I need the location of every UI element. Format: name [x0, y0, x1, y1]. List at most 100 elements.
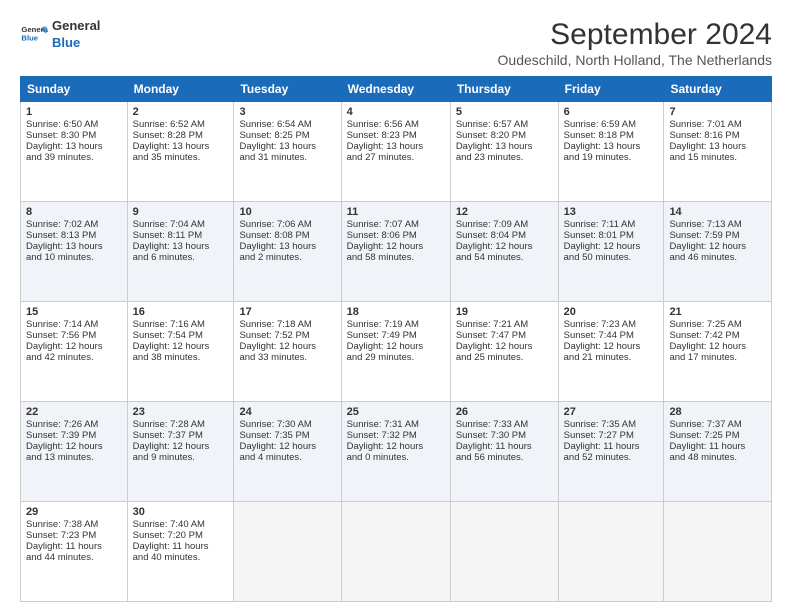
day-number: 3: [239, 106, 335, 118]
sunset-line: Sunset: 7:47 PM: [456, 330, 526, 341]
sunset-line: Sunset: 7:54 PM: [133, 330, 203, 341]
sunrise-line: Sunrise: 7:35 AM: [564, 419, 636, 430]
daylight-line1: Daylight: 11 hours: [456, 441, 532, 452]
daylight-line1: Daylight: 12 hours: [347, 241, 424, 252]
daylight-line2: and 44 minutes.: [26, 552, 94, 563]
calendar-cell: 12 Sunrise: 7:09 AM Sunset: 8:04 PM Dayl…: [450, 202, 558, 302]
daylight-line1: Daylight: 13 hours: [133, 241, 210, 252]
sunrise-line: Sunrise: 7:06 AM: [239, 219, 311, 230]
day-number: 23: [133, 406, 229, 418]
day-number: 7: [669, 106, 766, 118]
daylight-line1: Daylight: 12 hours: [456, 241, 533, 252]
day-number: 17: [239, 306, 335, 318]
calendar-cell: 14 Sunrise: 7:13 AM Sunset: 7:59 PM Dayl…: [664, 202, 772, 302]
calendar-cell: 27 Sunrise: 7:35 AM Sunset: 7:27 PM Dayl…: [558, 402, 664, 502]
daylight-line1: Daylight: 12 hours: [133, 341, 210, 352]
day-number: 10: [239, 206, 335, 218]
daylight-line2: and 46 minutes.: [669, 252, 737, 263]
sunrise-line: Sunrise: 7:30 AM: [239, 419, 311, 430]
calendar-cell: [234, 502, 341, 602]
sunrise-line: Sunrise: 7:02 AM: [26, 219, 98, 230]
logo-line1: General: [52, 18, 100, 35]
sunrise-line: Sunrise: 7:31 AM: [347, 419, 419, 430]
day-number: 12: [456, 206, 553, 218]
day-number: 21: [669, 306, 766, 318]
sunset-line: Sunset: 7:37 PM: [133, 430, 203, 441]
daylight-line2: and 0 minutes.: [347, 452, 409, 463]
sunrise-line: Sunrise: 7:04 AM: [133, 219, 205, 230]
calendar-cell: 17 Sunrise: 7:18 AM Sunset: 7:52 PM Dayl…: [234, 302, 341, 402]
daylight-line2: and 39 minutes.: [26, 152, 94, 163]
daylight-line2: and 21 minutes.: [564, 352, 632, 363]
daylight-line2: and 4 minutes.: [239, 452, 301, 463]
col-friday: Friday: [558, 77, 664, 102]
sunset-line: Sunset: 7:25 PM: [669, 430, 739, 441]
sunrise-line: Sunrise: 7:19 AM: [347, 319, 419, 330]
daylight-line2: and 23 minutes.: [456, 152, 524, 163]
sunset-line: Sunset: 8:11 PM: [133, 230, 203, 241]
sunrise-line: Sunrise: 6:57 AM: [456, 119, 528, 130]
daylight-line2: and 40 minutes.: [133, 552, 201, 563]
sunrise-line: Sunrise: 7:23 AM: [564, 319, 636, 330]
calendar-cell: 29 Sunrise: 7:38 AM Sunset: 7:23 PM Dayl…: [21, 502, 128, 602]
daylight-line1: Daylight: 12 hours: [239, 441, 316, 452]
day-number: 19: [456, 306, 553, 318]
daylight-line1: Daylight: 12 hours: [26, 441, 103, 452]
sunrise-line: Sunrise: 7:21 AM: [456, 319, 528, 330]
calendar-cell: 5 Sunrise: 6:57 AM Sunset: 8:20 PM Dayli…: [450, 102, 558, 202]
sunrise-line: Sunrise: 6:54 AM: [239, 119, 311, 130]
daylight-line2: and 31 minutes.: [239, 152, 307, 163]
sunrise-line: Sunrise: 6:52 AM: [133, 119, 205, 130]
sunset-line: Sunset: 8:06 PM: [347, 230, 417, 241]
sunset-line: Sunset: 8:01 PM: [564, 230, 634, 241]
daylight-line1: Daylight: 13 hours: [347, 141, 424, 152]
calendar-cell: 24 Sunrise: 7:30 AM Sunset: 7:35 PM Dayl…: [234, 402, 341, 502]
daylight-line2: and 54 minutes.: [456, 252, 524, 263]
calendar-cell: 8 Sunrise: 7:02 AM Sunset: 8:13 PM Dayli…: [21, 202, 128, 302]
calendar-table: Sunday Monday Tuesday Wednesday Thursday…: [20, 76, 772, 602]
sunset-line: Sunset: 8:13 PM: [26, 230, 96, 241]
sunrise-line: Sunrise: 7:28 AM: [133, 419, 205, 430]
day-number: 20: [564, 306, 659, 318]
sunset-line: Sunset: 7:30 PM: [456, 430, 526, 441]
sunset-line: Sunset: 7:32 PM: [347, 430, 417, 441]
col-wednesday: Wednesday: [341, 77, 450, 102]
sunset-line: Sunset: 7:59 PM: [669, 230, 739, 241]
sunrise-line: Sunrise: 7:01 AM: [669, 119, 741, 130]
daylight-line1: Daylight: 12 hours: [669, 341, 746, 352]
calendar-cell: 13 Sunrise: 7:11 AM Sunset: 8:01 PM Dayl…: [558, 202, 664, 302]
logo: General Blue General Blue: [20, 18, 100, 52]
daylight-line2: and 27 minutes.: [347, 152, 415, 163]
daylight-line1: Daylight: 12 hours: [564, 341, 641, 352]
daylight-line1: Daylight: 12 hours: [564, 241, 641, 252]
sunrise-line: Sunrise: 7:33 AM: [456, 419, 528, 430]
daylight-line1: Daylight: 11 hours: [669, 441, 745, 452]
daylight-line1: Daylight: 11 hours: [133, 541, 209, 552]
day-number: 6: [564, 106, 659, 118]
sunrise-line: Sunrise: 6:59 AM: [564, 119, 636, 130]
day-number: 8: [26, 206, 122, 218]
daylight-line1: Daylight: 13 hours: [133, 141, 210, 152]
day-number: 24: [239, 406, 335, 418]
subtitle: Oudeschild, North Holland, The Netherlan…: [498, 52, 772, 68]
logo-line2: Blue: [52, 35, 100, 52]
daylight-line2: and 10 minutes.: [26, 252, 94, 263]
daylight-line2: and 56 minutes.: [456, 452, 524, 463]
daylight-line2: and 13 minutes.: [26, 452, 94, 463]
daylight-line1: Daylight: 13 hours: [564, 141, 641, 152]
sunset-line: Sunset: 7:42 PM: [669, 330, 739, 341]
daylight-line2: and 38 minutes.: [133, 352, 201, 363]
day-number: 16: [133, 306, 229, 318]
calendar-cell: 26 Sunrise: 7:33 AM Sunset: 7:30 PM Dayl…: [450, 402, 558, 502]
header-row: Sunday Monday Tuesday Wednesday Thursday…: [21, 77, 772, 102]
sunset-line: Sunset: 8:04 PM: [456, 230, 526, 241]
day-number: 28: [669, 406, 766, 418]
sunrise-line: Sunrise: 6:56 AM: [347, 119, 419, 130]
daylight-line2: and 17 minutes.: [669, 352, 737, 363]
sunrise-line: Sunrise: 7:14 AM: [26, 319, 98, 330]
daylight-line2: and 25 minutes.: [456, 352, 524, 363]
calendar-cell: [558, 502, 664, 602]
sunset-line: Sunset: 7:49 PM: [347, 330, 417, 341]
daylight-line1: Daylight: 13 hours: [669, 141, 746, 152]
daylight-line1: Daylight: 11 hours: [26, 541, 102, 552]
